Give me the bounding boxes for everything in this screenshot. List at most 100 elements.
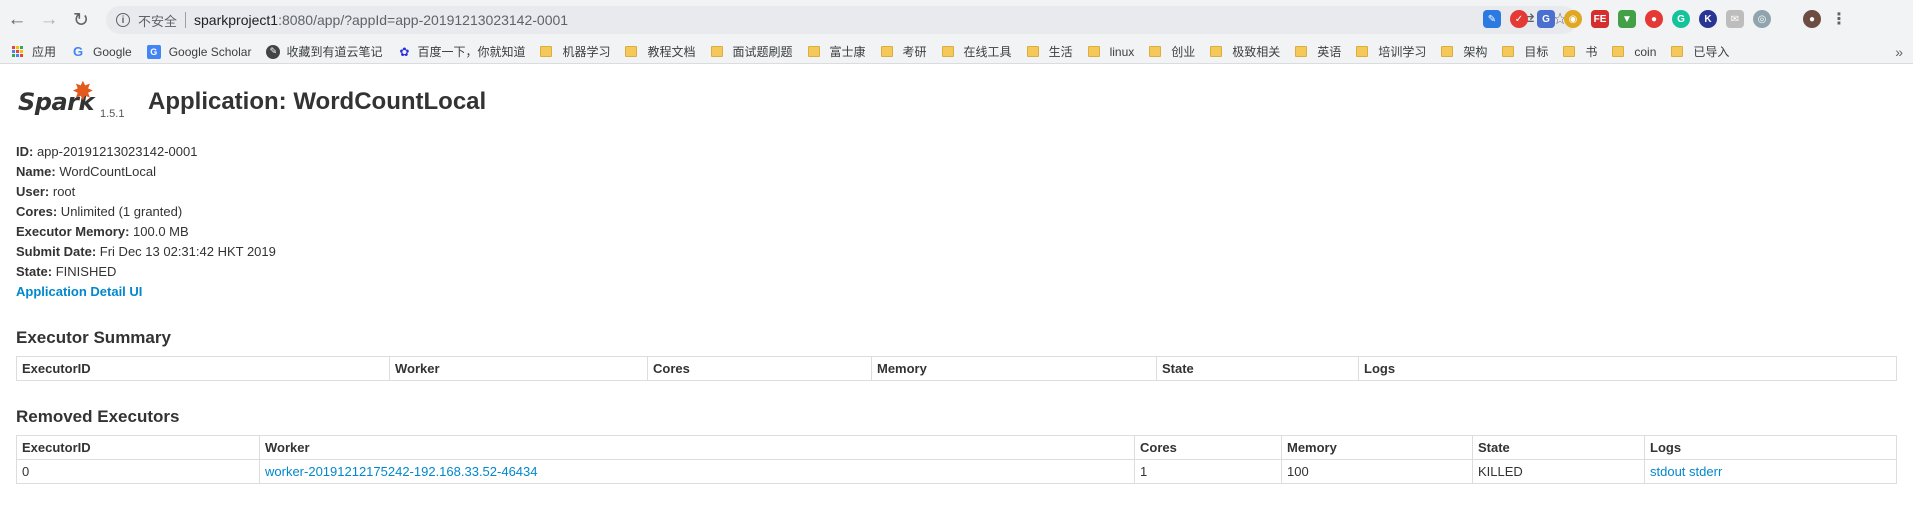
spark-logo[interactable]: Spark ✸ 1.5.1: [16, 78, 136, 128]
stderr-link[interactable]: stderr: [1689, 464, 1722, 479]
worker-link[interactable]: worker-20191212175242-192.168.33.52-4643…: [265, 464, 538, 479]
address-bar[interactable]: i 不安全 sparkproject1:8080/app/?appId=app-…: [106, 6, 1577, 34]
app-info-list: ID: app-20191213023142-0001 Name: WordCou…: [16, 142, 1897, 282]
extension-translate-icon[interactable]: G: [1537, 10, 1555, 28]
bookmark-label: coin: [1634, 44, 1657, 59]
column-header[interactable]: State: [1156, 356, 1359, 381]
folder-icon: [540, 46, 553, 57]
bookmark-label: 百度一下，你就知道: [417, 45, 526, 59]
bookmark-item[interactable]: 在线工具: [941, 43, 1012, 60]
extension-fe-icon[interactable]: FE: [1591, 10, 1609, 28]
bookmark-item[interactable]: ✿ 百度一下，你就知道: [397, 43, 525, 60]
bookmark-item[interactable]: coin: [1612, 45, 1656, 59]
info-value: Unlimited (1 granted): [57, 204, 183, 219]
bookmark-item[interactable]: G Google: [71, 44, 132, 59]
info-icon[interactable]: i: [116, 13, 130, 27]
column-header[interactable]: Cores: [647, 356, 872, 381]
folder-icon: [1295, 46, 1308, 57]
arrow-left-icon: ←: [7, 9, 27, 30]
menu-icon[interactable]: ⋮: [1830, 10, 1848, 28]
bookmark-item[interactable]: 应用: [12, 43, 56, 60]
stdout-link[interactable]: stdout: [1650, 464, 1685, 479]
bookmark-label: 创业: [1171, 45, 1196, 59]
table-header-row: ExecutorID Worker Cores Memory State Log…: [16, 435, 1897, 460]
logs-cell: stdout stderr: [1644, 459, 1897, 484]
forward-button[interactable]: →: [34, 5, 64, 35]
extension-mail-icon[interactable]: ✉: [1726, 10, 1744, 28]
google-scholar-icon: G: [146, 44, 161, 59]
column-header[interactable]: Logs: [1358, 356, 1897, 381]
browser-toolbar: ← → ↻ i 不安全 sparkproject1:8080/app/?appI…: [0, 0, 1913, 40]
extension-blue-icon[interactable]: ✎: [1483, 10, 1501, 28]
bookmark-item[interactable]: 教程文档: [625, 43, 696, 60]
bookmark-item[interactable]: 架构: [1441, 43, 1487, 60]
extension-shield-icon[interactable]: ▼: [1618, 10, 1636, 28]
bookmarks-overflow-button[interactable]: »: [1895, 44, 1903, 60]
google-icon: G: [72, 44, 84, 59]
bookmark-item[interactable]: 生活: [1026, 43, 1073, 60]
page-header: Spark ✸ 1.5.1 Application: WordCountLoca…: [16, 70, 1897, 128]
page-content: Spark ✸ 1.5.1 Application: WordCountLoca…: [0, 70, 1913, 484]
column-header[interactable]: ExecutorID: [16, 435, 260, 460]
column-header[interactable]: Worker: [389, 356, 648, 381]
info-row: Submit Date: Fri Dec 13 02:31:42 HKT 201…: [16, 242, 1897, 262]
profile-avatar-icon[interactable]: ●: [1803, 10, 1821, 28]
folder-icon: [1671, 46, 1684, 57]
bookmark-label: linux: [1109, 44, 1135, 59]
bookmark-item[interactable]: 英语: [1295, 43, 1341, 60]
page-title: Application: WordCountLocal: [148, 88, 487, 115]
extension-weibo-icon[interactable]: ◉: [1564, 10, 1582, 28]
column-header[interactable]: Memory: [1281, 435, 1473, 460]
bookmark-item[interactable]: 考研: [880, 43, 927, 60]
bookmark-item[interactable]: 书: [1563, 43, 1597, 60]
folder-icon: [1356, 46, 1369, 57]
bookmark-label: 教程文档: [647, 45, 696, 59]
bookmark-label: 应用: [32, 45, 57, 59]
info-value: FINISHED: [52, 264, 117, 279]
bookmark-label: 架构: [1463, 45, 1488, 59]
bookmarks-bar: 应用 G Google G Google Scholar ✎ 收藏到有道云笔记 ✿ 百度一下，你…: [0, 40, 1913, 64]
bookmark-item[interactable]: 富士康: [807, 43, 866, 60]
application-detail-ui-link[interactable]: Application Detail UI: [16, 284, 142, 299]
info-value: 100.0 MB: [129, 224, 189, 239]
extension-owl-icon[interactable]: ◎: [1753, 10, 1771, 28]
bookmark-item[interactable]: 极致相关: [1210, 43, 1280, 60]
info-label: ID:: [16, 144, 34, 159]
folder-icon: [1441, 46, 1454, 57]
column-header[interactable]: State: [1472, 435, 1645, 460]
folder-icon: [880, 46, 893, 57]
folder-icon: [807, 46, 820, 57]
bookmark-item[interactable]: linux: [1087, 44, 1135, 59]
url-host: sparkproject1: [194, 12, 279, 28]
bookmark-label: 已导入: [1693, 45, 1730, 59]
reload-button[interactable]: ↻: [66, 5, 96, 35]
bookmark-label: 面试题刷题: [732, 45, 793, 59]
extension-grammarly-icon[interactable]: G: [1672, 10, 1690, 28]
bookmark-label: Google Scholar: [168, 44, 252, 59]
extension-k-icon[interactable]: K: [1699, 10, 1717, 28]
bookmark-label: 在线工具: [963, 45, 1012, 59]
folder-icon: [1087, 46, 1100, 57]
bookmark-item[interactable]: 已导入: [1671, 43, 1729, 60]
removed-executors-table: ExecutorID Worker Cores Memory State Log…: [16, 435, 1897, 484]
info-row: User: root: [16, 182, 1897, 202]
bookmark-item[interactable]: ✎ 收藏到有道云笔记: [266, 43, 382, 60]
column-header[interactable]: ExecutorID: [16, 356, 390, 381]
bookmark-item[interactable]: 面试题刷题: [710, 43, 793, 60]
version-label: 1.5.1: [100, 108, 125, 120]
bookmark-item[interactable]: 培训学习: [1356, 43, 1426, 60]
column-header[interactable]: Memory: [871, 356, 1157, 381]
executor-id-cell: 0: [16, 459, 260, 484]
extension-pin-icon[interactable]: ●: [1645, 10, 1663, 28]
column-header[interactable]: Logs: [1644, 435, 1897, 460]
back-button[interactable]: ←: [2, 5, 32, 35]
bookmark-label: 考研: [902, 45, 927, 59]
bookmark-item[interactable]: 目标: [1502, 43, 1548, 60]
column-header[interactable]: Worker: [259, 435, 1135, 460]
bookmark-item[interactable]: 机器学习: [540, 43, 610, 60]
info-value: WordCountLocal: [55, 164, 156, 179]
bookmark-item[interactable]: G Google Scholar: [146, 44, 252, 59]
bookmark-item[interactable]: 创业: [1149, 43, 1195, 60]
column-header[interactable]: Cores: [1134, 435, 1282, 460]
extension-check-icon[interactable]: ✓: [1510, 10, 1528, 28]
